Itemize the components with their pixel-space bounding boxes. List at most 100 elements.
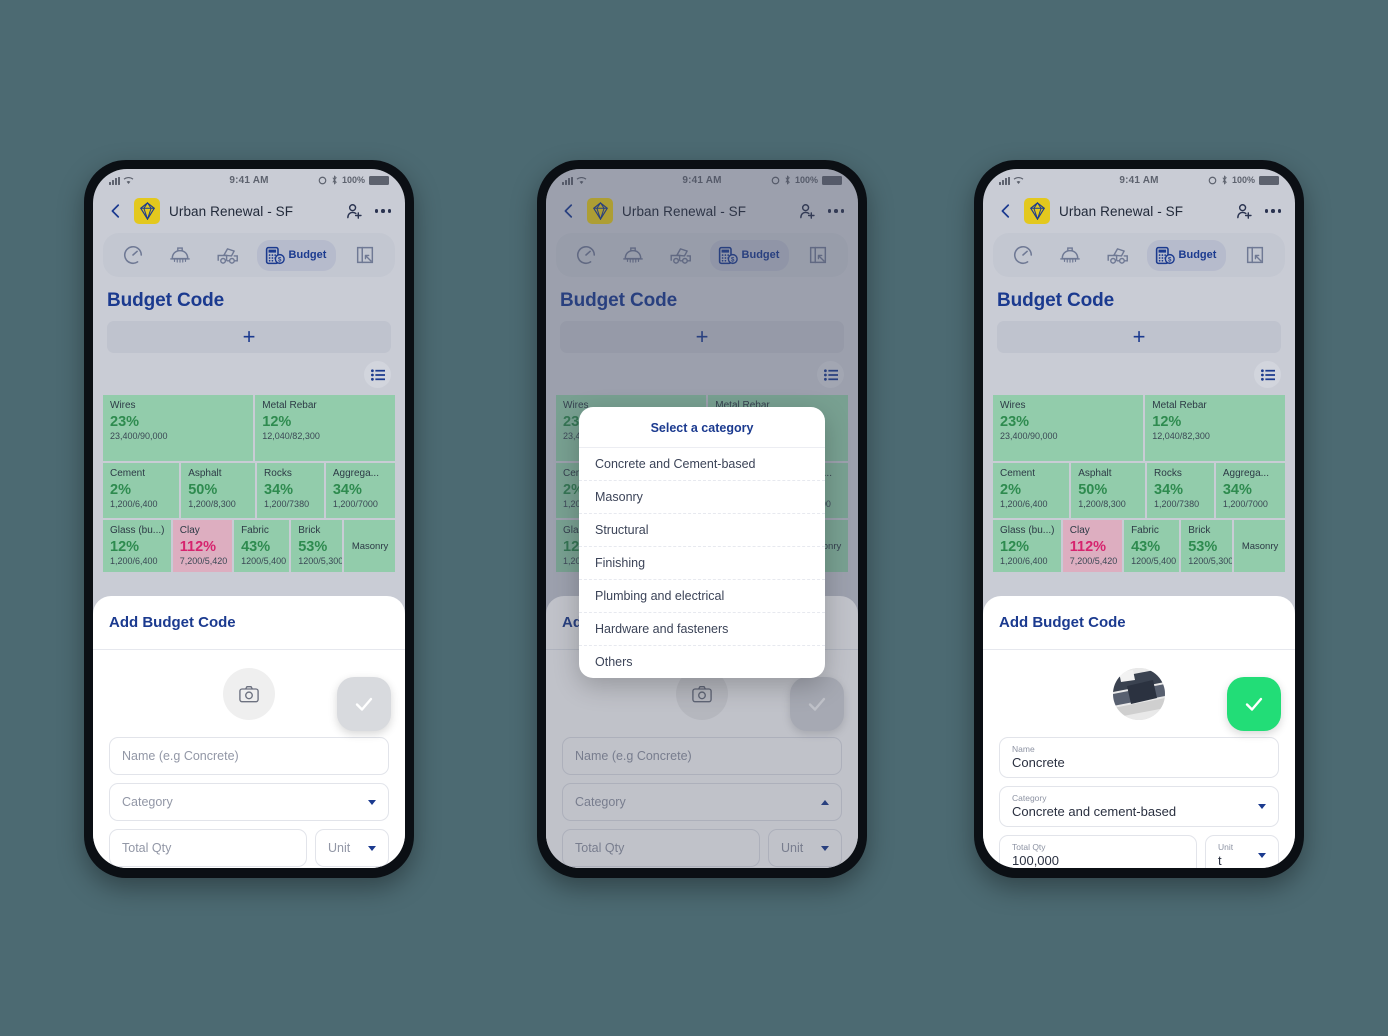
treemap-tile-name: Aggrega... <box>1222 468 1269 479</box>
budget-page: Budget Code + Wires 23%23,400/90,000 Metal… <box>93 277 405 868</box>
treemap-tile[interactable]: Glass (bu...) 12%1,200/6,400 <box>103 520 171 572</box>
treemap-tile[interactable]: Masonry <box>1234 520 1285 572</box>
photo-thumbnail[interactable] <box>1113 668 1165 720</box>
treemap-tile-sub: 1,200/7380 <box>1154 499 1200 510</box>
treemap-tile-pct: 23% <box>1000 413 1030 430</box>
treemap-tile[interactable]: Clay 112%7,200/5,420 <box>172 520 233 572</box>
add-budget-code-button[interactable]: + <box>997 321 1281 353</box>
treemap-tile-name: Wires <box>1000 400 1026 411</box>
field-label: Total Qty <box>1012 841 1046 852</box>
camera-upload-button[interactable] <box>223 668 275 720</box>
category-option[interactable]: Others <box>579 646 825 678</box>
treemap-tile[interactable]: Rocks 34%1,200/7380 <box>1147 463 1214 518</box>
tab-budget[interactable]: $ Budget <box>256 239 337 271</box>
treemap-tile[interactable]: Brick 53%1200/5,300 <box>1181 520 1233 572</box>
add-budget-code-button[interactable]: + <box>107 321 391 353</box>
unit-field[interactable]: Unit t <box>1205 835 1279 868</box>
treemap-tile[interactable]: Glass (bu...) 12%1,200/6,400 <box>993 520 1061 572</box>
category-option[interactable]: Finishing <box>579 547 825 580</box>
blueprint-icon <box>1247 246 1264 264</box>
category-option[interactable]: Hardware and fasteners <box>579 613 825 646</box>
budget-calculator-icon: $ <box>1155 246 1175 264</box>
tab-budget-label: Budget <box>1178 249 1217 261</box>
treemap-tile[interactable]: Metal Rebar 12%12,040/82,300 <box>255 395 395 461</box>
treemap-tile[interactable]: Fabric 43%1200/5,400 <box>234 520 290 572</box>
arrow-left-icon[interactable] <box>997 202 1015 220</box>
treemap-row: Glass (bu...) 12%1,200/6,400 Clay 112%7,200… <box>993 520 1285 572</box>
phone-screen-3: 9:41 AM 100% Urban Renewal - SF $ Budget… <box>983 169 1295 868</box>
category-option[interactable]: Masonry <box>579 481 825 514</box>
treemap-tile[interactable]: Asphalt 50%1,200/8,300 <box>1071 463 1146 518</box>
mixer-truck-icon <box>1107 247 1128 264</box>
treemap-tile[interactable]: Rocks 34%1,200/7380 <box>257 463 324 518</box>
confirm-fab-disabled[interactable] <box>337 677 391 731</box>
category-option[interactable]: Concrete and Cement-based <box>579 448 825 481</box>
category-option[interactable]: Plumbing and electrical <box>579 580 825 613</box>
tab-dashboard[interactable] <box>115 239 151 271</box>
treemap-tile[interactable]: Aggrega... 34%1,200/7000 <box>1215 463 1285 518</box>
total-qty-field[interactable]: Total Qty <box>109 829 307 867</box>
treemap-tile-name: Brick <box>298 525 321 536</box>
blueprint-icon <box>357 246 374 264</box>
more-options-icon[interactable] <box>1264 209 1281 213</box>
treemap-tile[interactable]: Brick 53%1200/5,300 <box>291 520 343 572</box>
tab-blueprint[interactable] <box>1237 239 1273 271</box>
treemap-tile-sub: 23,400/90,000 <box>110 431 168 442</box>
name-placeholder: Name (e.g Concrete) <box>122 749 239 763</box>
treemap-tile-pct: 112% <box>179 538 217 555</box>
treemap-tile[interactable]: Wires 23%23,400/90,000 <box>103 395 254 461</box>
arrow-left-icon[interactable] <box>107 202 125 220</box>
list-view-icon[interactable] <box>1254 361 1281 388</box>
confirm-fab-enabled[interactable] <box>1227 677 1281 731</box>
name-field[interactable]: Name Concrete <box>999 737 1279 778</box>
treemap-tile[interactable]: Cement 2%1,200/6,400 <box>993 463 1070 518</box>
sheet-title: Add Budget Code <box>999 614 1126 631</box>
tab-workforce[interactable] <box>162 239 198 271</box>
field-label: Category <box>1012 792 1047 803</box>
category-field[interactable]: Category Concrete and cement-based <box>999 786 1279 827</box>
total-qty-field[interactable]: Total Qty 100,000 <box>999 835 1197 868</box>
treemap-tile[interactable]: Aggrega... 34%1,200/7000 <box>325 463 395 518</box>
treemap-tile[interactable]: Clay 112%7,200/5,420 <box>1062 520 1123 572</box>
treemap-row: Wires 23%23,400/90,000 Metal Rebar 12%12,04… <box>103 395 395 461</box>
unit-field[interactable]: Unit <box>315 829 389 867</box>
treemap-tile-pct: 2% <box>1000 481 1021 498</box>
more-options-icon[interactable] <box>374 209 391 213</box>
treemap-tile-sub: 1,200/8,300 <box>1078 499 1126 510</box>
mixer-truck-icon <box>217 247 238 264</box>
person-add-icon[interactable] <box>345 202 364 221</box>
treemap-tile-sub: 1,200/8,300 <box>188 499 236 510</box>
treemap-tile[interactable]: Asphalt 50%1,200/8,300 <box>181 463 256 518</box>
treemap-tile[interactable]: Cement 2%1,200/6,400 <box>103 463 180 518</box>
treemap-row: Glass (bu...) 12%1,200/6,400 Clay 112%7,200… <box>103 520 395 572</box>
qty-unit-row: Total Qty Unit <box>109 829 389 867</box>
treemap-tile-name: Asphalt <box>188 468 222 479</box>
treemap-tile[interactable]: Masonry <box>344 520 395 572</box>
treemap-tile[interactable]: Metal Rebar 12%12,040/82,300 <box>1145 395 1285 461</box>
name-field[interactable]: Name (e.g Concrete) <box>109 737 389 775</box>
tab-equipment[interactable] <box>209 239 246 272</box>
treemap-tile-sub: 1,200/6,400 <box>110 556 158 567</box>
treemap-tile-pct: 34% <box>332 481 362 498</box>
tab-equipment[interactable] <box>1099 239 1136 272</box>
treemap-tile-pct: 12% <box>1000 538 1030 555</box>
treemap-tile[interactable]: Fabric 43%1200/5,400 <box>1124 520 1180 572</box>
treemap-tile-name: Fabric <box>241 525 269 536</box>
treemap-tile[interactable]: Wires 23%23,400/90,000 <box>993 395 1144 461</box>
app-bar: Urban Renewal - SF <box>983 191 1295 231</box>
tab-workforce[interactable] <box>1052 239 1088 271</box>
person-add-icon[interactable] <box>1235 202 1254 221</box>
category-field[interactable]: Category <box>109 783 389 821</box>
treemap-tile-sub: 12,040/82,300 <box>262 431 320 442</box>
plus-icon: + <box>242 324 256 349</box>
list-view-icon[interactable] <box>364 361 391 388</box>
sheet-title: Add Budget Code <box>109 614 236 631</box>
tab-budget[interactable]: $ Budget <box>1146 239 1227 271</box>
tab-blueprint[interactable] <box>347 239 383 271</box>
tab-dashboard[interactable] <box>1005 239 1041 271</box>
category-option[interactable]: Structural <box>579 514 825 547</box>
status-bar: 9:41 AM 100% <box>93 169 405 191</box>
check-icon <box>1245 697 1263 711</box>
treemap-tile-sub: 12,040/82,300 <box>1152 431 1210 442</box>
status-time: 9:41 AM <box>1119 174 1159 186</box>
